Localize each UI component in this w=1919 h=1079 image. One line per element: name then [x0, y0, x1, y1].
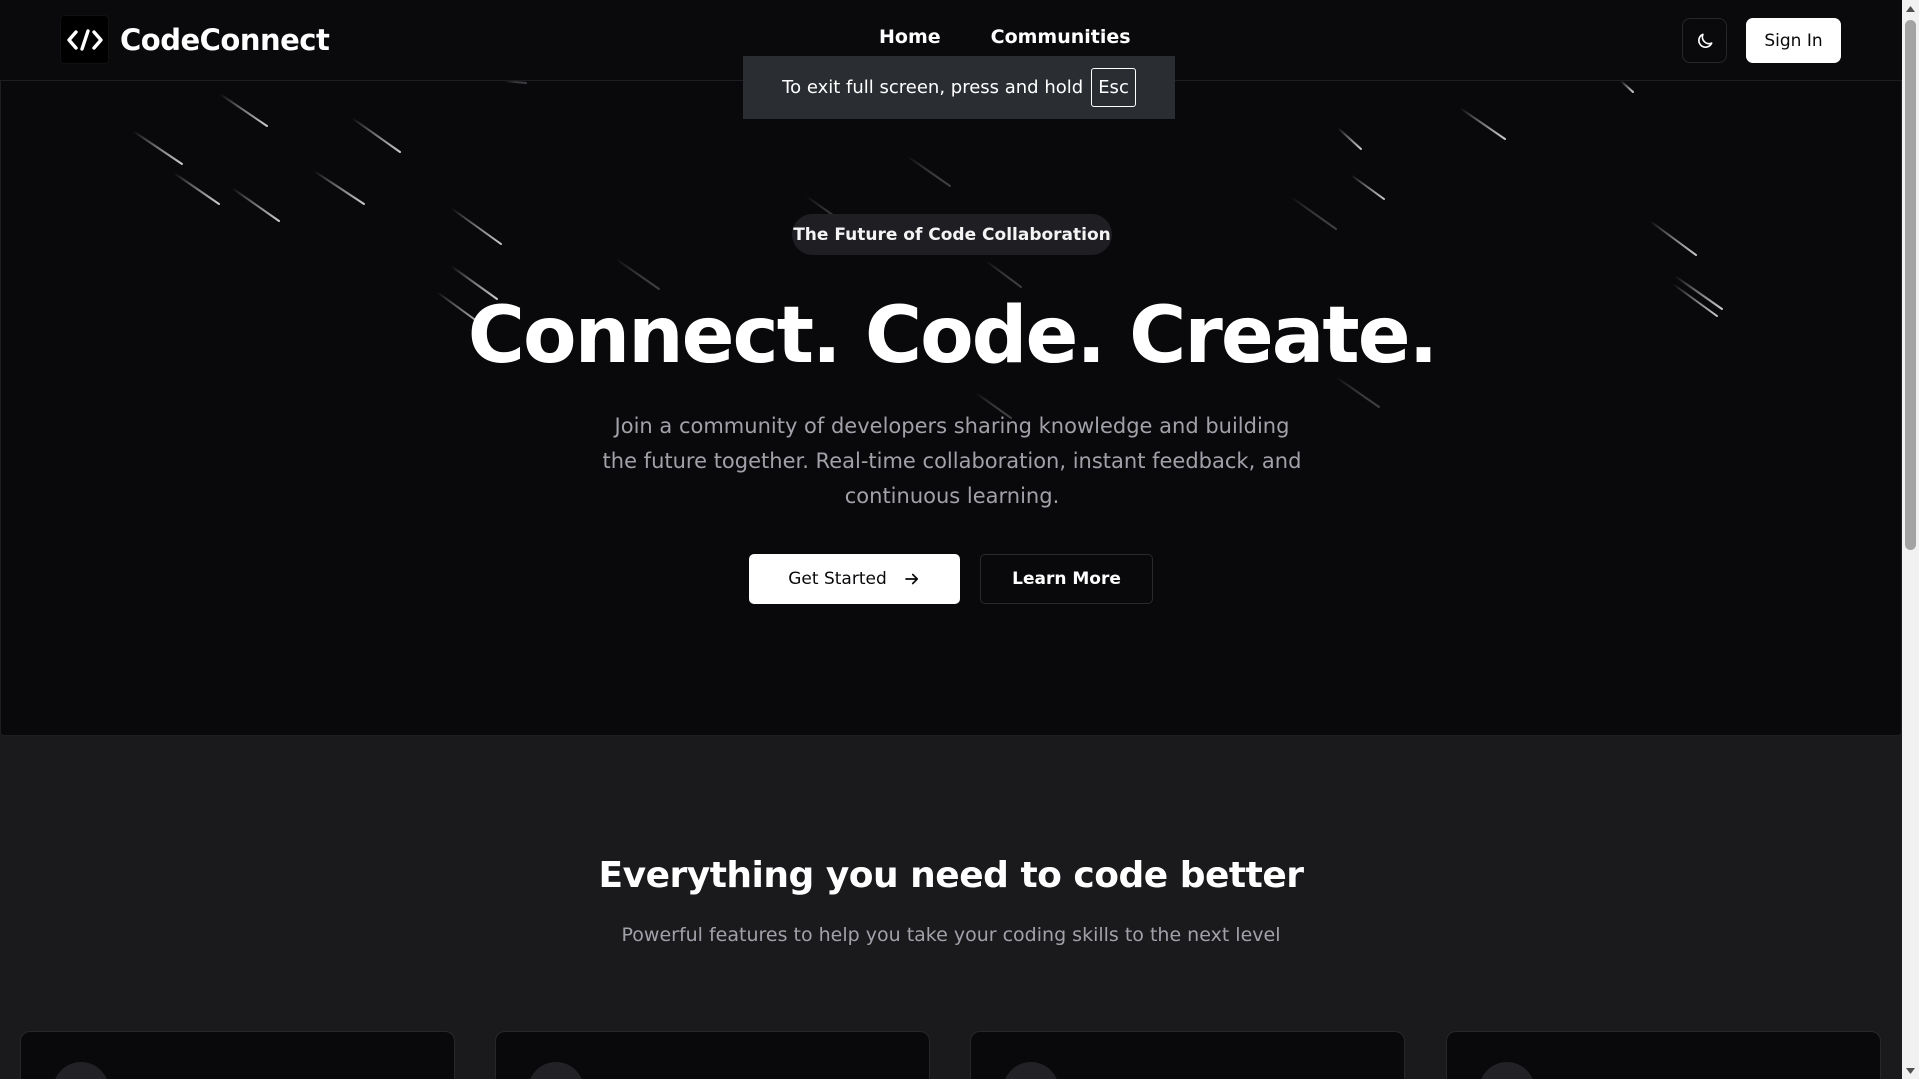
- page: CodeConnect Home Communities Sign In To …: [0, 0, 1902, 1079]
- feature-card: [495, 1031, 930, 1079]
- brand-logo-link[interactable]: CodeConnect: [60, 15, 330, 64]
- brand-name: CodeConnect: [120, 22, 330, 57]
- fullscreen-exit-toast: To exit full screen, press and hold Esc: [743, 56, 1175, 119]
- feature-card: [1446, 1031, 1881, 1079]
- fullscreen-toast-text: To exit full screen, press and hold: [782, 77, 1084, 98]
- code-brackets-icon: [60, 15, 109, 64]
- hero-section: The Future of Code Collaboration Connect…: [0, 80, 1902, 736]
- nav-home[interactable]: Home: [879, 26, 941, 48]
- hero-subtitle: Join a community of developers sharing k…: [602, 414, 1302, 508]
- features-title: Everything you need to code better: [598, 855, 1304, 896]
- scroll-thumb[interactable]: [1905, 20, 1916, 550]
- arrow-right-icon: [904, 573, 918, 585]
- sign-in-button[interactable]: Sign In: [1746, 18, 1841, 63]
- feature-card: [20, 1031, 455, 1079]
- get-started-label: Get Started: [788, 569, 887, 589]
- theme-toggle-button[interactable]: [1682, 18, 1727, 63]
- feature-icon: [1003, 1062, 1059, 1079]
- nav-communities[interactable]: Communities: [991, 26, 1131, 48]
- esc-key-hint: Esc: [1091, 68, 1136, 107]
- main-nav: Home Communities: [879, 26, 1131, 48]
- feature-icon: [53, 1062, 109, 1079]
- features-subtitle: Powerful features to help you take your …: [621, 924, 1281, 946]
- moon-icon: [1697, 33, 1712, 48]
- feature-icon: [528, 1062, 584, 1079]
- page-scrollbar[interactable]: [1902, 0, 1919, 1079]
- scroll-up-arrow-icon[interactable]: [1902, 0, 1919, 17]
- get-started-button[interactable]: Get Started: [749, 554, 960, 604]
- hero-title: Connect. Code. Create.: [467, 291, 1439, 381]
- hero-badge: The Future of Code Collaboration: [792, 214, 1112, 255]
- learn-more-button[interactable]: Learn More: [980, 554, 1153, 604]
- scroll-down-arrow-icon[interactable]: [1902, 1062, 1919, 1079]
- feature-card: [970, 1031, 1405, 1079]
- feature-icon: [1479, 1062, 1535, 1079]
